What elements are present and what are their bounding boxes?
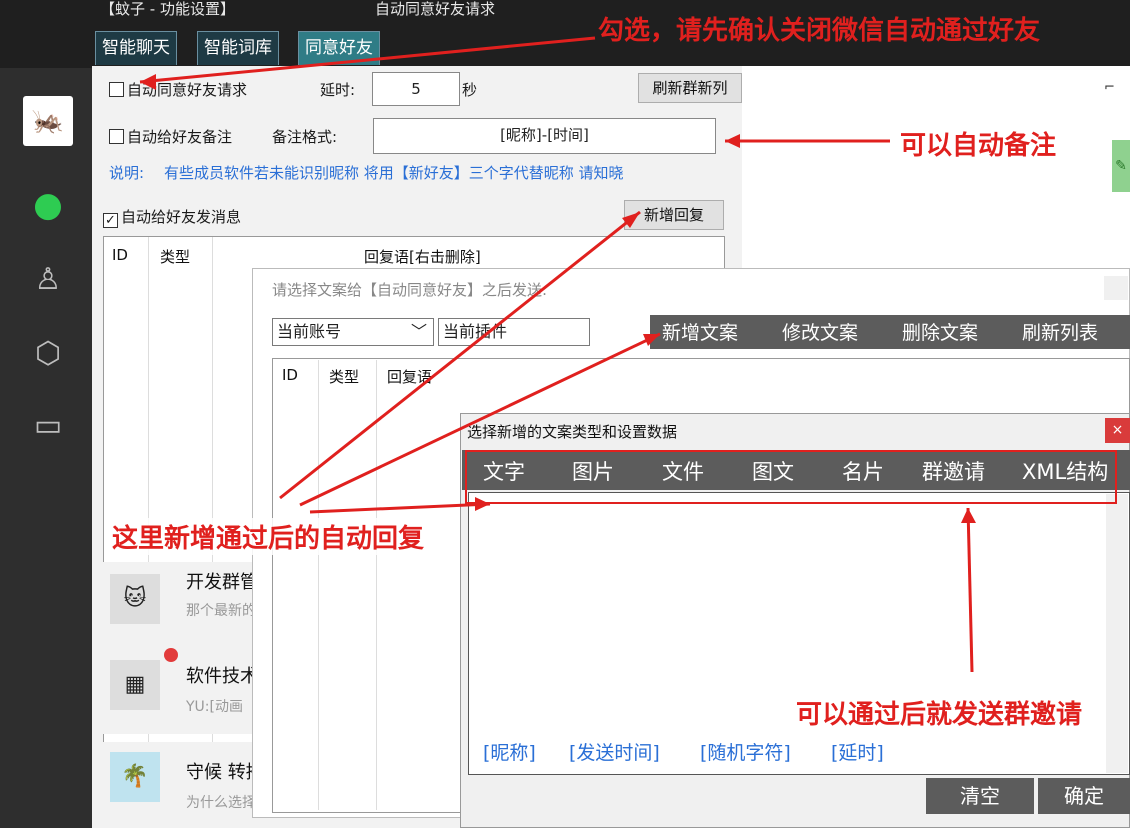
annotation-reply: 这里新增通过后的自动回复 bbox=[112, 518, 425, 555]
annotation-remark: 可以自动备注 bbox=[900, 125, 1057, 162]
annotation-group: 可以通过后就发送群邀请 bbox=[796, 694, 1083, 731]
annotation-check: 勾选，请先确认关闭微信自动通过好友 bbox=[598, 16, 1041, 46]
